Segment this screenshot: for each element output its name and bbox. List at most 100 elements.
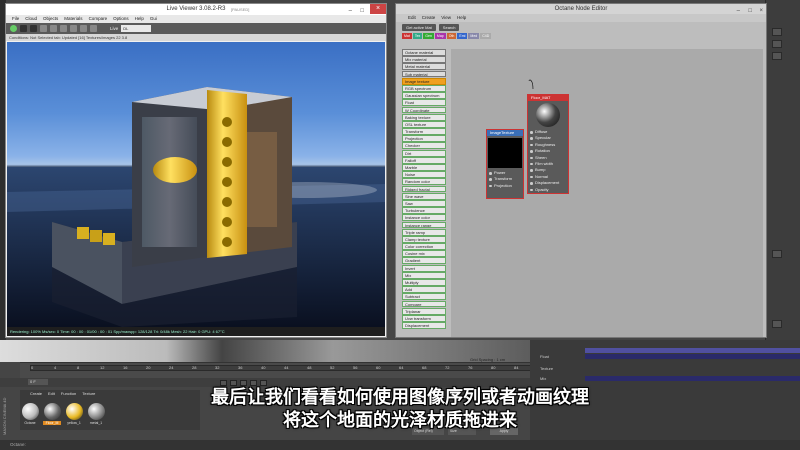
node-list-item[interactable]: Sine wave xyxy=(402,192,446,200)
node-tab-gen[interactable]: Gen xyxy=(423,33,434,39)
panel-button[interactable] xyxy=(772,40,782,48)
minimize-icon[interactable]: – xyxy=(737,6,740,16)
menu-materials[interactable]: Materials xyxy=(64,15,82,23)
pause-icon[interactable] xyxy=(30,25,37,32)
close-icon[interactable]: × xyxy=(759,6,763,16)
node-tab-map[interactable]: Map xyxy=(434,33,446,39)
timeline[interactable]: 0 4 8 12 16 20 24 28 32 36 40 44 48 52 56 60 64 68 72 76 80 8… xyxy=(20,362,560,378)
material-node[interactable]: Floor_MAT Diffuse Specular Roughness Rotati… xyxy=(527,94,569,194)
node-list-item[interactable]: Instance range xyxy=(402,221,446,229)
panel-button[interactable] xyxy=(772,52,782,60)
maximize-icon[interactable]: □ xyxy=(360,6,364,17)
stop-icon[interactable] xyxy=(20,25,27,32)
image-texture-node[interactable]: ImageTexture Power Transform Projection xyxy=(486,129,524,199)
node-list-item[interactable]: Clamp texture xyxy=(402,235,446,243)
node-tab-c4d[interactable]: C4D xyxy=(480,33,492,39)
node-list-item[interactable]: Ridged fractal xyxy=(402,185,446,193)
node-list-item[interactable]: Uvw transform xyxy=(402,314,446,322)
node-list-item[interactable]: W Coordinate xyxy=(402,106,446,114)
node-list-item[interactable]: Noise xyxy=(402,171,446,179)
node-port[interactable]: Projection xyxy=(487,183,523,189)
float-slider[interactable] xyxy=(585,354,800,359)
node-list-item[interactable]: Add xyxy=(402,286,446,294)
node-list-item[interactable]: Transform xyxy=(402,128,446,135)
slider-bar[interactable] xyxy=(585,348,800,353)
render-view[interactable] xyxy=(7,42,385,327)
node-list-item[interactable]: Random color xyxy=(402,178,446,186)
menu-view[interactable]: View xyxy=(441,14,451,22)
node-list-item[interactable]: Turbulence xyxy=(402,207,446,215)
menu-help[interactable]: Help xyxy=(135,15,144,23)
pick-icon[interactable] xyxy=(80,25,87,32)
menu-compare[interactable]: Compare xyxy=(89,15,108,23)
menu-help[interactable]: Help xyxy=(457,14,466,22)
menu-gui[interactable]: Gui xyxy=(150,15,157,23)
panel-button[interactable] xyxy=(772,250,782,258)
timeline-ruler[interactable]: 0 4 8 12 16 20 24 28 32 36 40 44 48 52 56 60 64 68 72 76 80 8… xyxy=(30,365,555,371)
node-list-item[interactable]: Sub material xyxy=(402,70,446,78)
node-list-item[interactable]: Projection xyxy=(402,135,446,143)
menu-create[interactable]: Create xyxy=(422,14,436,22)
node-canvas[interactable]: ImageTexture Power Transform Projection … xyxy=(451,49,763,337)
node-title: ImageTexture xyxy=(487,130,523,136)
search-button[interactable]: Search xyxy=(438,23,460,31)
node-list-item[interactable]: Dirt xyxy=(402,149,446,157)
minimize-icon[interactable]: – xyxy=(349,6,352,17)
node-tab-tex[interactable]: Tex xyxy=(412,33,423,39)
node-list-item[interactable]: Subtract xyxy=(402,293,446,301)
close-icon[interactable]: × xyxy=(370,4,386,14)
node-list-item[interactable]: Falloff xyxy=(402,156,446,164)
node-list-item[interactable]: Marble xyxy=(402,164,446,171)
get-active-material-button[interactable]: Get active Mat xyxy=(402,23,436,31)
live-viewer-titlebar[interactable]: Live Viewer 3.08.2-R3 [PAUSED] – □ × xyxy=(6,4,386,15)
node-tab-emi[interactable]: Emi xyxy=(457,33,468,39)
menu-objects[interactable]: Objects xyxy=(43,15,58,23)
node-list-item[interactable]: Octane material xyxy=(402,49,446,56)
node-list-item[interactable]: OSL texture xyxy=(402,120,446,128)
timeline-tick-label: 32 xyxy=(215,365,220,370)
node-list-item[interactable]: Metal material xyxy=(402,63,446,71)
settings-icon[interactable] xyxy=(50,25,57,32)
mix-slider[interactable] xyxy=(585,376,800,381)
node-list-item[interactable]: Triplanar xyxy=(402,307,446,315)
node-list-item[interactable]: Cosine mix xyxy=(402,250,446,258)
node-list-item[interactable]: Saw xyxy=(402,199,446,207)
lock-icon[interactable] xyxy=(60,25,67,32)
node-list-item[interactable]: Gradient xyxy=(402,257,446,265)
node-editor-window: Octane Node Editor – □ × Edit Create Vie… xyxy=(395,3,767,338)
maximize-icon[interactable]: □ xyxy=(748,6,752,16)
node-list-item[interactable]: Compare xyxy=(402,300,446,308)
panel-button[interactable] xyxy=(772,320,782,328)
node-list-item[interactable]: Displacement xyxy=(402,322,446,330)
menu-options[interactable]: Options xyxy=(113,15,129,23)
node-tab-med[interactable]: Med xyxy=(468,33,480,39)
node-tab-mat[interactable]: Mat xyxy=(402,33,412,39)
restart-icon[interactable] xyxy=(40,25,47,32)
region-icon[interactable] xyxy=(70,25,77,32)
node-port[interactable]: Opacity xyxy=(528,187,568,193)
node-list-item[interactable]: Image texture xyxy=(402,77,446,85)
node-list-item[interactable]: Multiply xyxy=(402,279,446,286)
node-list-item[interactable]: Mix material xyxy=(402,56,446,64)
node-list-item[interactable]: Color correction xyxy=(402,243,446,250)
node-list-item[interactable]: Instance color xyxy=(402,214,446,222)
node-editor-titlebar[interactable]: Octane Node Editor – □ × xyxy=(396,4,766,14)
live-viewer-window: Live Viewer 3.08.2-R3 [PAUSED] – □ × Fil… xyxy=(5,3,387,338)
node-list-item[interactable]: Invert xyxy=(402,264,446,272)
menu-cloud[interactable]: Cloud xyxy=(25,15,37,23)
render-icon[interactable] xyxy=(10,25,17,32)
node-list-item[interactable]: Float xyxy=(402,99,446,107)
panel-button[interactable] xyxy=(772,28,782,36)
node-list-item[interactable]: Checker xyxy=(402,142,446,150)
node-tab-oth[interactable]: Oth xyxy=(446,33,457,39)
menu-edit[interactable]: Edit xyxy=(408,14,416,22)
focus-icon[interactable] xyxy=(90,25,97,32)
node-list-item[interactable]: Baking texture xyxy=(402,113,446,121)
node-list-item[interactable]: Gaussian spectrum xyxy=(402,92,446,100)
node-list-item[interactable]: RGB spectrum xyxy=(402,84,446,92)
node-list-item[interactable]: Mix xyxy=(402,271,446,279)
kernel-select[interactable]: DL xyxy=(121,25,152,32)
timeline-tick-label: 48 xyxy=(307,365,312,370)
menu-file[interactable]: File xyxy=(12,15,19,23)
node-list-item[interactable]: Triple ramp xyxy=(402,228,446,236)
